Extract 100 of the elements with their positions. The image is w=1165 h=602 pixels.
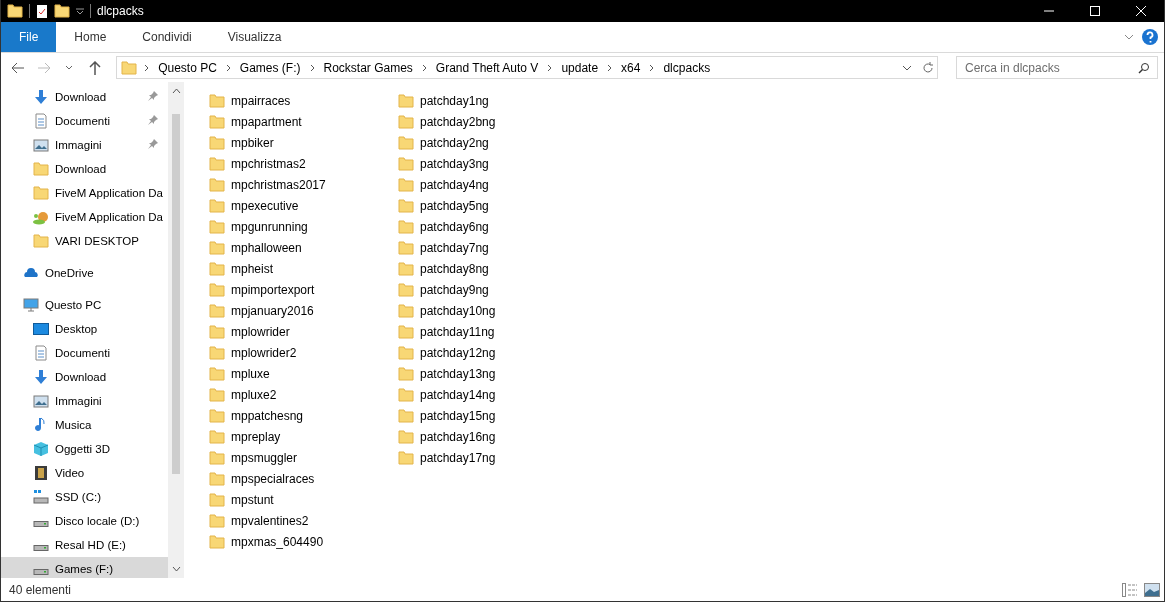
folder-item[interactable]: mpreplay [209,426,398,447]
sidebar-item[interactable]: Immagini [1,133,168,157]
folder-item[interactable]: mplowrider2 [209,342,398,363]
drive-icon [33,521,49,527]
chevron-right-icon [144,63,150,72]
scrollbar[interactable] [168,82,184,578]
folder-icon [209,114,225,129]
folder-item[interactable]: patchday9ng [398,279,587,300]
folder-icon [209,324,225,339]
folder-item[interactable]: mpgunrunning [209,216,398,237]
breadcrumb[interactable]: Grand Theft Auto V [433,60,541,75]
properties-icon[interactable] [36,3,48,19]
sidebar-item[interactable]: SSD (C:) [1,485,168,509]
folder-item[interactable]: patchday6ng [398,216,587,237]
folder-item[interactable]: mpchristmas2017 [209,174,398,195]
folder-item[interactable]: mppatchesng [209,405,398,426]
folder-icon [209,408,225,423]
folder-item[interactable]: patchday2ng [398,132,587,153]
breadcrumb[interactable]: Games (F:) [237,60,303,75]
sidebar-item[interactable]: Oggetti 3D [1,437,168,461]
folder-icon [209,513,225,528]
folder-item[interactable]: mpheist [209,258,398,279]
folder-item[interactable]: mpspecialraces [209,468,398,489]
down-arrow-icon [33,369,49,385]
picture-icon [33,137,49,153]
sidebar-item[interactable]: FiveM Application Da [1,205,168,229]
breadcrumb[interactable]: x64 [619,60,643,75]
folder-item[interactable]: patchday14ng [398,384,587,405]
search-field[interactable]: Cerca in dlcpacks [956,56,1158,79]
folder-item[interactable]: patchday7ng [398,237,587,258]
folder-item[interactable]: patchday15ng [398,405,587,426]
sidebar-item[interactable]: Immagini [1,389,168,413]
folder-item[interactable]: patchday2bng [398,111,587,132]
sidebar-item[interactable]: Documenti [1,341,168,365]
help-icon[interactable] [1142,29,1158,45]
sidebar-item[interactable]: Questo PC [1,293,168,317]
sidebar-item[interactable]: Download [1,157,168,181]
folder-item[interactable]: mplowrider [209,321,398,342]
chevron-down-icon[interactable] [1124,34,1134,40]
breadcrumb[interactable]: update [559,60,601,75]
folder-item[interactable]: mpsmuggler [209,447,398,468]
breadcrumb[interactable]: Questo PC [156,60,219,75]
folder-item[interactable]: mpstunt [209,489,398,510]
folder-icon [398,240,414,255]
cube-icon [33,441,49,457]
folder-item[interactable]: patchday4ng [398,174,587,195]
folder-item[interactable]: mpexecutive [209,195,398,216]
folder-item[interactable]: mpjanuary2016 [209,300,398,321]
folder-icon [209,261,225,276]
details-view-icon[interactable] [1122,582,1138,597]
folder-item[interactable]: patchday8ng [398,258,587,279]
folder-item[interactable]: mpxmas_604490 [209,531,398,552]
sidebar-item[interactable]: FiveM Application Da [1,181,168,205]
dropdown-icon[interactable] [76,7,84,15]
sidebar-item[interactable]: Resal HD (E:) [1,533,168,557]
folder-item[interactable]: patchday17ng [398,447,587,468]
sidebar-item[interactable]: Desktop [1,317,168,341]
folder-item[interactable]: mpbiker [209,132,398,153]
sidebar-item[interactable]: Musica [1,413,168,437]
folder-item[interactable]: patchday1ng [398,90,587,111]
folder-item[interactable]: mphalloween [209,237,398,258]
folder-item[interactable]: patchday11ng [398,321,587,342]
sidebar-item[interactable]: Games (F:) [1,557,168,578]
large-icons-view-icon[interactable] [1144,582,1160,597]
folder-item[interactable]: mpapartment [209,111,398,132]
folder-item[interactable]: mpluxe [209,363,398,384]
scroll-up-icon[interactable] [171,88,181,94]
folder-item[interactable]: patchday16ng [398,426,587,447]
ribbon-tab[interactable]: File [1,22,57,52]
folder-item[interactable]: mpimportexport [209,279,398,300]
folder-item[interactable]: patchday12ng [398,342,587,363]
sidebar-item[interactable]: Video [1,461,168,485]
folder-icon [209,345,225,360]
folder-icon [33,186,49,200]
search-icon [1138,62,1150,74]
sidebar-item[interactable]: Download [1,365,168,389]
item-count: 40 elementi [9,582,72,597]
breadcrumb[interactable]: Rockstar Games [321,60,415,75]
chevron-down-icon[interactable] [902,64,912,71]
scroll-down-icon[interactable] [171,566,181,572]
sidebar-item[interactable]: Disco locale (D:) [1,509,168,533]
folder-item[interactable]: patchday5ng [398,195,587,216]
folder-item[interactable]: mpluxe2 [209,384,398,405]
folder-item[interactable]: patchday3ng [398,153,587,174]
folder-item[interactable]: mpairraces [209,90,398,111]
sidebar-item[interactable]: VARI DESKTOP [1,229,168,253]
folder-item[interactable]: mpvalentines2 [209,510,398,531]
sidebar-item[interactable]: OneDrive [1,261,168,285]
folder-item[interactable]: patchday13ng [398,363,587,384]
chevron-down-icon [65,64,74,71]
sidebar-item[interactable]: Download [1,85,168,109]
folder-icon [33,234,49,248]
sidebar-item[interactable]: Documenti [1,109,168,133]
address-bar[interactable]: Questo PC Games (F:) Rockstar Games Grand Theft Auto V update x64 dlcpacks [116,56,938,79]
folder-item[interactable]: mpchristmas2 [209,153,398,174]
folder-icon [33,162,49,176]
folder-item[interactable]: patchday10ng [398,300,587,321]
breadcrumb[interactable]: dlcpacks [661,60,713,75]
folder-icon [398,387,414,402]
desktop-icon [33,321,49,337]
